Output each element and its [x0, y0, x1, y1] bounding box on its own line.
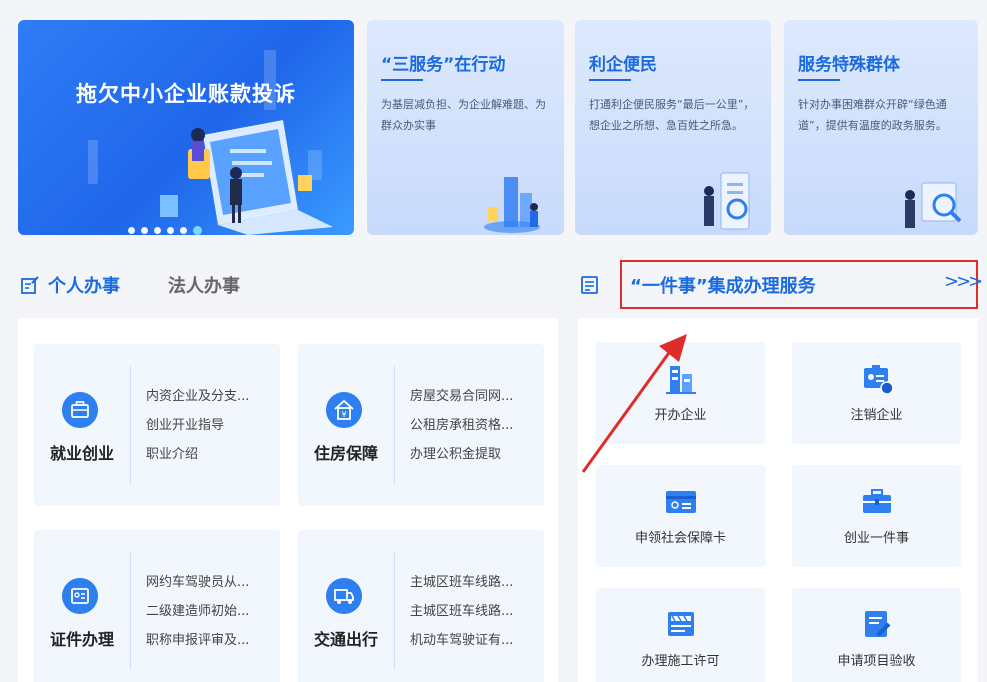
service-item-list: 房屋交易合同网... 公租房承租资格... 办理公积金提取	[410, 382, 513, 469]
carousel-dot[interactable]	[180, 226, 187, 234]
carousel-dot[interactable]	[141, 226, 148, 234]
tab-corporate[interactable]: 法人办事	[168, 272, 240, 298]
service-item-list: 网约车驾驶员从... 二级建造师初始... 职称申报评审及...	[146, 568, 249, 655]
building-icon	[666, 366, 696, 394]
service-item-link[interactable]: 主城区班车线路...	[410, 568, 513, 597]
tile-project-acceptance[interactable]: 申请项目验收	[792, 588, 961, 682]
onething-title[interactable]: “一件事”集成办理服务	[630, 272, 816, 298]
search-illustration-icon	[905, 182, 962, 228]
tile-entrepreneurship[interactable]: 创业一件事	[792, 465, 961, 567]
service-item-link[interactable]: 机动车驾驶证有...	[410, 626, 513, 655]
tile-social-security-card[interactable]: 申领社会保障卡	[596, 465, 765, 567]
service-item-list: 内资企业及分支... 创业开业指导 职业介绍	[146, 382, 249, 469]
carousel-banner[interactable]: 拖欠中小企业账款投诉	[18, 20, 354, 235]
card-three-services[interactable]: “三服务”在行动 为基层减负担、为企业解难题、为群众办实事	[367, 20, 564, 235]
service-name: 就业创业	[49, 444, 114, 463]
service-card-housing[interactable]: ¥ 住房保障 房屋交易合同网... 公租房承租资格... 办理公积金提取	[298, 344, 544, 506]
tab-personal[interactable]: 个人办事	[48, 272, 120, 298]
divider	[394, 552, 395, 670]
service-name: 交通出行	[313, 630, 378, 649]
onething-header	[580, 270, 600, 300]
card-title: 利企便民	[589, 55, 657, 75]
service-item-link[interactable]: 职业介绍	[146, 440, 249, 469]
card-description: 针对办事困难群众开辟“绿色通道”，提供有温度的政务服务。	[798, 98, 947, 132]
briefcase-icon	[62, 392, 98, 428]
tile-label: 创业一件事	[843, 531, 909, 546]
briefcase-icon	[863, 489, 891, 513]
document-list-icon	[581, 276, 598, 294]
service-item-link[interactable]: 网约车驾驶员从...	[146, 568, 249, 597]
laptop-illustration-icon	[160, 120, 333, 235]
service-card-certificates[interactable]: 证件办理 网约车驾驶员从... 二级建造师初始... 职称申报评审及...	[34, 530, 280, 682]
service-item-link[interactable]: 二级建造师初始...	[146, 597, 249, 626]
more-arrow-icon[interactable]: >>>	[944, 271, 983, 292]
tile-label: 申领社会保障卡	[634, 531, 726, 546]
service-item-link[interactable]: 主城区班车线路...	[410, 597, 513, 626]
document-edit-icon	[865, 611, 891, 637]
divider	[130, 366, 131, 484]
documents-illustration-icon	[704, 172, 750, 230]
divider	[130, 552, 131, 670]
tile-start-business[interactable]: 开办企业	[596, 342, 765, 444]
tile-construction-permit[interactable]: 办理施工许可	[596, 588, 765, 682]
tile-label: 申请项目验收	[837, 654, 916, 669]
service-item-list: 主城区班车线路... 主城区班车线路... 机动车驾驶证有...	[410, 568, 513, 655]
service-item-link[interactable]: 办理公积金提取	[410, 440, 513, 469]
card-description: 为基层减负担、为企业解难题、为群众办实事	[381, 98, 546, 132]
carousel-dot-active[interactable]	[193, 225, 202, 235]
carousel-dot[interactable]	[128, 226, 135, 234]
service-item-link[interactable]: 房屋交易合同网...	[410, 382, 513, 411]
card-underline	[798, 79, 840, 81]
tile-label: 注销企业	[850, 408, 903, 423]
svg-text:¥: ¥	[341, 410, 346, 419]
card-title: 服务特殊群体	[798, 55, 900, 75]
service-name: 证件办理	[49, 630, 114, 649]
card-convenience[interactable]: 利企便民 打通利企便民服务“最后一公里”，想企业之所想、急百姓之所急。	[575, 20, 771, 235]
servers-illustration-icon	[484, 177, 540, 233]
house-icon: ¥	[326, 392, 362, 428]
personal-services-panel: 就业创业 内资企业及分支... 创业开业指导 职业介绍 ¥ 住房保障 房屋交易合…	[18, 318, 558, 682]
banner-title: 拖欠中小企业账款投诉	[76, 82, 296, 106]
social-card-icon	[666, 491, 696, 513]
carousel-dot[interactable]	[167, 226, 174, 234]
service-item-link[interactable]: 创业开业指导	[146, 411, 249, 440]
tile-label: 开办企业	[654, 408, 707, 423]
tile-cancel-business[interactable]: 注销企业	[792, 342, 961, 444]
carousel-dots	[128, 225, 202, 235]
service-item-link[interactable]: 职称申报评审及...	[146, 626, 249, 655]
divider	[394, 366, 395, 484]
service-item-link[interactable]: 内资企业及分支...	[146, 382, 249, 411]
service-card-transport[interactable]: 交通出行 主城区班车线路... 主城区班车线路... 机动车驾驶证有...	[298, 530, 544, 682]
service-item-link[interactable]: 公租房承租资格...	[410, 411, 513, 440]
truck-icon	[326, 578, 362, 614]
card-description: 打通利企便民服务“最后一公里”，想企业之所想、急百姓之所急。	[589, 98, 755, 132]
edit-list-icon	[21, 276, 39, 294]
id-card-icon	[62, 578, 98, 614]
card-title: “三服务”在行动	[381, 55, 506, 75]
service-card-employment[interactable]: 就业创业 内资企业及分支... 创业开业指导 职业介绍	[34, 344, 280, 506]
card-underline	[589, 79, 631, 81]
card-underline	[381, 79, 423, 81]
cancel-license-icon	[864, 365, 894, 395]
decor-block	[88, 140, 98, 184]
construction-icon	[668, 612, 694, 636]
carousel-dot[interactable]	[154, 226, 161, 234]
service-tabs: 个人办事 法人办事	[20, 270, 240, 300]
onething-services-panel: 开办企业 注销企业 申领社会保障卡 创业一件事 办理施工许可 申请项目验收	[578, 318, 978, 682]
tile-label: 办理施工许可	[641, 654, 720, 669]
service-name: 住房保障	[313, 444, 378, 463]
card-special-groups[interactable]: 服务特殊群体 针对办事困难群众开辟“绿色通道”，提供有温度的政务服务。	[784, 20, 978, 235]
